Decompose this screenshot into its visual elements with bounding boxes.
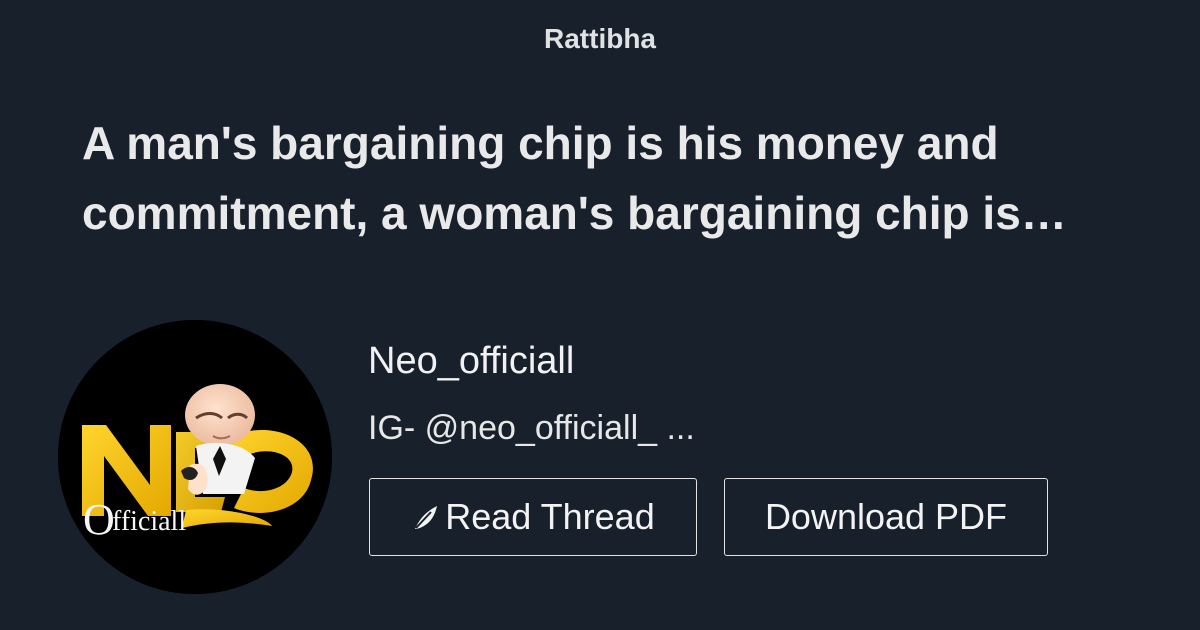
author-name[interactable]: Neo_officiall — [368, 338, 574, 384]
thread-title-line-2: commitment, a woman's bargaining chip is… — [82, 187, 1067, 239]
logo-subtext: fficiall — [112, 506, 186, 537]
author-bio: IG- @neo_officiall_ ... — [368, 409, 695, 447]
read-thread-label: Read Thread — [445, 496, 655, 537]
feather-icon — [411, 502, 441, 532]
thread-title-line-1: A man's bargaining chip is his money and — [82, 117, 999, 169]
author-avatar: O fficiall — [58, 320, 332, 594]
download-pdf-button[interactable]: Download PDF — [724, 478, 1048, 556]
svg-text:O: O — [83, 495, 115, 544]
neo-logo-image: O fficiall — [58, 320, 332, 594]
site-name: Rattibha — [544, 23, 656, 54]
thread-title: A man's bargaining chip is his money and… — [82, 108, 1122, 248]
read-thread-button[interactable]: Read Thread — [369, 478, 697, 556]
download-pdf-label: Download PDF — [764, 496, 1008, 537]
